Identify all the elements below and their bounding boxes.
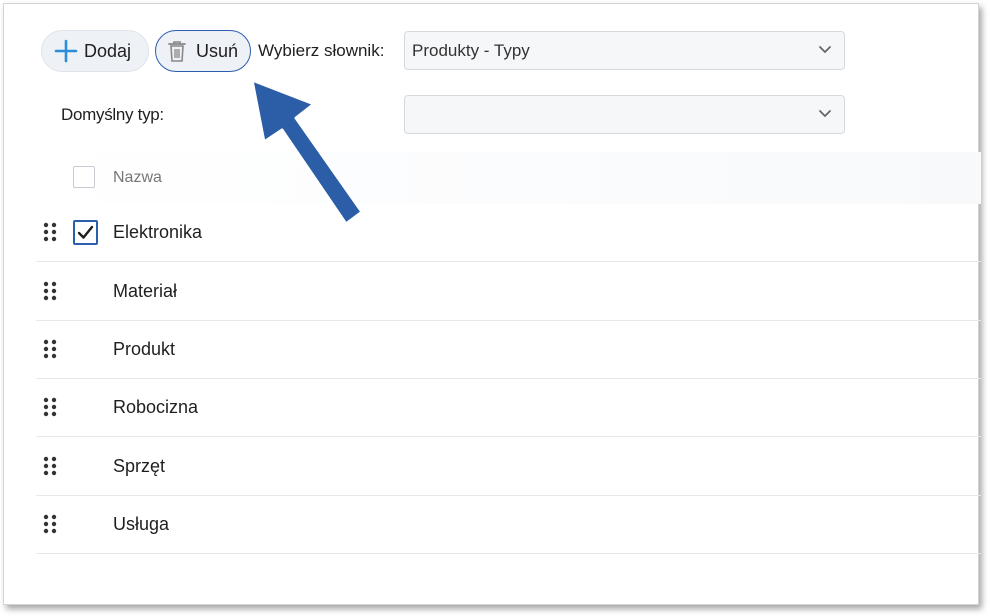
row-name: Robocizna (113, 397, 199, 417)
add-button-label: Dodaj (84, 40, 132, 61)
row-name: Elektronika (113, 222, 203, 242)
default-type-label: Domyślny typ: (61, 105, 164, 124)
drag-handle-icon[interactable] (43, 222, 57, 242)
table-row[interactable]: Robocizna (36, 378, 981, 437)
plus-icon (54, 39, 78, 63)
table-row[interactable]: Usługa (36, 495, 981, 554)
delete-button-label: Usuń (196, 40, 239, 61)
dictionary-panel: Dodaj Usuń Wybierz słownik: Produkty - T… (3, 3, 981, 605)
dictionary-select-value: Produkty - Typy (412, 40, 530, 60)
dictionary-select[interactable]: Produkty - Typy (404, 31, 845, 70)
add-button[interactable]: Dodaj (41, 30, 149, 72)
drag-handle-icon[interactable] (43, 456, 57, 476)
row-checkbox[interactable] (73, 220, 98, 245)
delete-button[interactable]: Usuń (155, 30, 251, 72)
column-header-name: Nazwa (113, 169, 162, 186)
table-row[interactable]: Elektronika (36, 203, 981, 262)
row-name: Materiał (113, 281, 178, 301)
row-name: Produkt (113, 339, 176, 359)
drag-handle-icon[interactable] (43, 514, 57, 534)
trash-icon (168, 41, 186, 62)
select-all-checkbox[interactable] (73, 166, 95, 188)
drag-handle-icon[interactable] (43, 339, 57, 359)
row-name: Usługa (113, 514, 170, 534)
dictionary-label: Wybierz słownik: (258, 41, 385, 60)
table-row[interactable]: Sprzęt (36, 437, 981, 496)
default-type-select[interactable] (404, 95, 845, 134)
drag-handle-icon[interactable] (43, 281, 57, 301)
table-header (36, 152, 981, 204)
check-icon (77, 225, 94, 239)
drag-handle-icon[interactable] (43, 397, 57, 417)
chevron-down-icon (819, 46, 831, 54)
table-row[interactable]: Produkt (36, 320, 981, 379)
chevron-down-icon (819, 110, 831, 118)
row-name: Sprzęt (113, 456, 166, 476)
table-row[interactable]: Materiał (36, 262, 981, 321)
arrow-pointer-icon (250, 78, 364, 226)
